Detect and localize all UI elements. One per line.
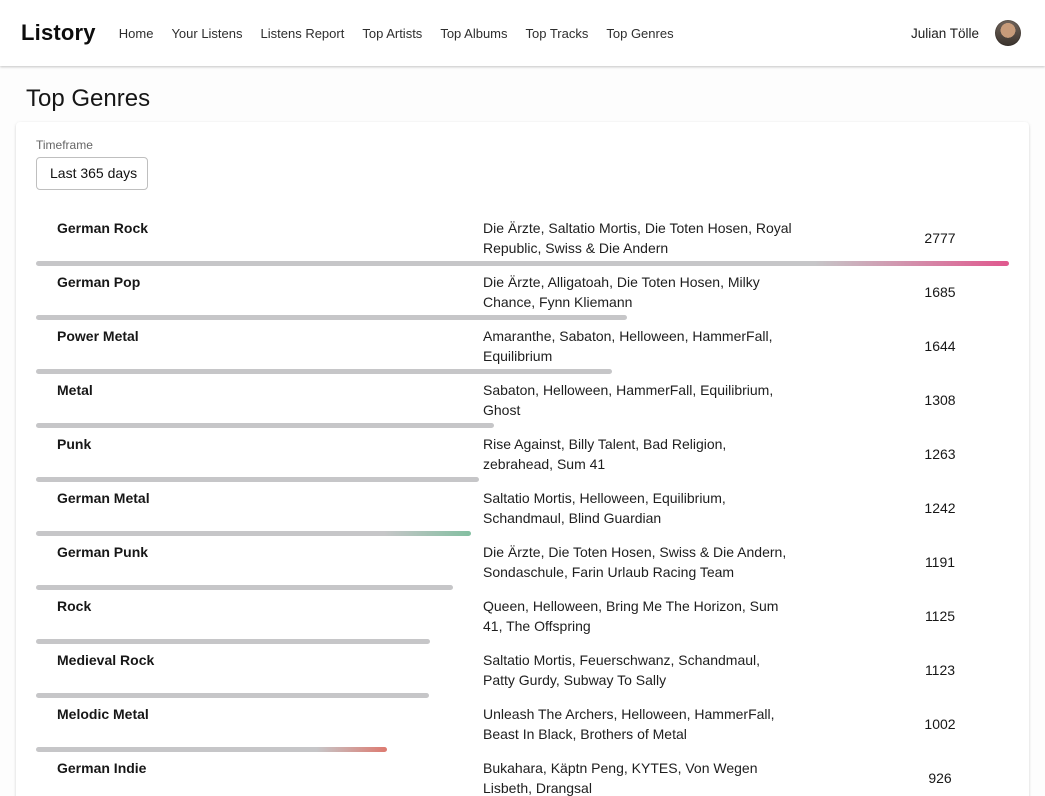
genre-artists: Die Ärzte, Alligatoah, Die Toten Hosen, …: [483, 272, 871, 312]
nav-link-your-listens[interactable]: Your Listens: [171, 26, 242, 41]
genre-artists: Die Ärzte, Saltatio Mortis, Die Toten Ho…: [483, 218, 871, 258]
genre-artists: Saltatio Mortis, Helloween, Equilibrium,…: [483, 488, 871, 528]
genre-row: German Punk Die Ärzte, Die Toten Hosen, …: [36, 536, 1009, 590]
user-area: Julian Tölle: [911, 20, 1021, 46]
genre-count: 1002: [871, 716, 1009, 732]
genre-name: Rock: [36, 596, 483, 616]
genre-artists: Amaranthe, Sabaton, Helloween, HammerFal…: [483, 326, 871, 366]
top-genres-card: Timeframe Last 365 days German Rock Die …: [16, 122, 1029, 796]
app-bar: Listory Home Your Listens Listens Report To…: [0, 0, 1045, 66]
genre-artists: Rise Against, Billy Talent, Bad Religion…: [483, 434, 871, 474]
genre-name: Medieval Rock: [36, 650, 483, 670]
timeframe-filter: Timeframe Last 365 days: [36, 138, 1009, 190]
genre-name: German Metal: [36, 488, 483, 508]
genre-artists: Queen, Helloween, Bring Me The Horizon, …: [483, 596, 871, 636]
genre-count: 1123: [871, 662, 1009, 678]
genre-row: Melodic Metal Unleash The Archers, Hello…: [36, 698, 1009, 752]
genre-count: 1685: [871, 284, 1009, 300]
genre-name: Metal: [36, 380, 483, 400]
genre-count: 1644: [871, 338, 1009, 354]
timeframe-select[interactable]: Last 365 days: [36, 157, 148, 190]
genre-count: 2777: [871, 230, 1009, 246]
genre-name: German Rock: [36, 218, 483, 238]
genre-row: German Pop Die Ärzte, Alligatoah, Die To…: [36, 266, 1009, 320]
genre-row: Rock Queen, Helloween, Bring Me The Hori…: [36, 590, 1009, 644]
genre-count: 1308: [871, 392, 1009, 408]
genre-name: German Punk: [36, 542, 483, 562]
genre-count: 1242: [871, 500, 1009, 516]
main-nav: Home Your Listens Listens Report Top Artist…: [119, 26, 911, 41]
timeframe-label: Timeframe: [36, 138, 1009, 153]
user-avatar[interactable]: [995, 20, 1021, 46]
genre-name: German Indie: [36, 758, 483, 778]
genre-artists: Unleash The Archers, Helloween, HammerFa…: [483, 704, 871, 744]
genre-artists: Die Ärzte, Die Toten Hosen, Swiss & Die …: [483, 542, 871, 582]
nav-link-home[interactable]: Home: [119, 26, 154, 41]
nav-link-top-albums[interactable]: Top Albums: [440, 26, 507, 41]
genre-count: 926: [871, 770, 1009, 786]
genre-row: German Metal Saltatio Mortis, Helloween,…: [36, 482, 1009, 536]
genre-artists: Saltatio Mortis, Feuerschwanz, Schandmau…: [483, 650, 871, 690]
main-content: Top Genres Timeframe Last 365 days Germa…: [0, 66, 1045, 796]
genre-list: German Rock Die Ärzte, Saltatio Mortis, …: [36, 212, 1009, 796]
genre-row: German Indie Bukahara, Käptn Peng, KYTES…: [36, 752, 1009, 796]
nav-link-top-genres[interactable]: Top Genres: [606, 26, 673, 41]
genre-count: 1191: [871, 554, 1009, 570]
genre-row: Power Metal Amaranthe, Sabaton, Hellowee…: [36, 320, 1009, 374]
genre-row: Punk Rise Against, Billy Talent, Bad Rel…: [36, 428, 1009, 482]
nav-link-top-tracks[interactable]: Top Tracks: [526, 26, 589, 41]
genre-name: Punk: [36, 434, 483, 454]
genre-row: Metal Sabaton, Helloween, HammerFall, Eq…: [36, 374, 1009, 428]
genre-count: 1263: [871, 446, 1009, 462]
genre-name: German Pop: [36, 272, 483, 292]
genre-row: German Rock Die Ärzte, Saltatio Mortis, …: [36, 212, 1009, 266]
app-logo[interactable]: Listory: [21, 20, 96, 46]
nav-link-top-artists[interactable]: Top Artists: [362, 26, 422, 41]
genre-count: 1125: [871, 608, 1009, 624]
genre-artists: Sabaton, Helloween, HammerFall, Equilibr…: [483, 380, 871, 420]
genre-artists: Bukahara, Käptn Peng, KYTES, Von Wegen L…: [483, 758, 871, 796]
nav-link-listens-report[interactable]: Listens Report: [261, 26, 345, 41]
genre-row: Medieval Rock Saltatio Mortis, Feuerschw…: [36, 644, 1009, 698]
user-name: Julian Tölle: [911, 26, 979, 41]
genre-name: Power Metal: [36, 326, 483, 346]
genre-name: Melodic Metal: [36, 704, 483, 724]
page-title: Top Genres: [26, 84, 1029, 114]
